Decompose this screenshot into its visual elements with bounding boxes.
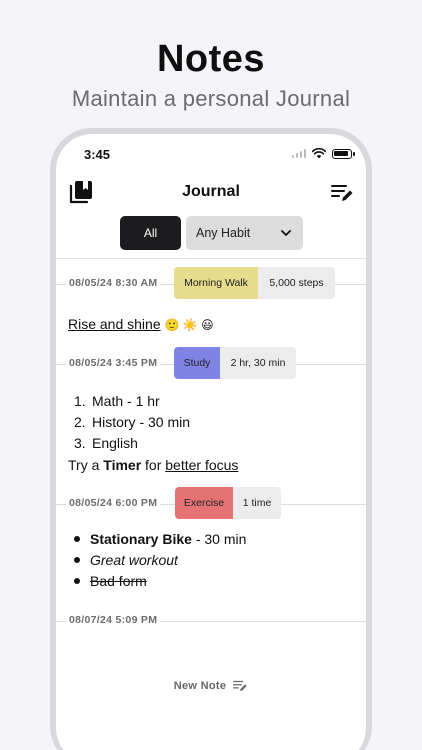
promo-title: Notes <box>156 38 266 80</box>
note-link[interactable]: Rise and shine <box>68 316 161 332</box>
bullet-marker <box>74 557 80 563</box>
cellular-signal-icon <box>292 149 306 158</box>
list-item-bold: Stationary Bike <box>90 531 192 547</box>
note-link[interactable]: better focus <box>165 457 238 473</box>
list-item-text: - 30 min <box>191 531 247 547</box>
habit-chip[interactable]: Morning Walk 5,000 steps <box>174 267 335 299</box>
list-item: 3. English <box>74 435 138 451</box>
status-icons <box>292 148 355 159</box>
habit-value: 2 hr, 30 min <box>220 347 296 379</box>
note-emojis: 🙂 ☀️ 😃 <box>164 318 214 332</box>
list-item: Bad form <box>74 573 147 589</box>
wifi-icon <box>312 148 326 159</box>
bullet-marker <box>74 578 80 584</box>
new-note-button[interactable]: New Note <box>56 679 366 693</box>
list-marker: 2. <box>74 414 86 430</box>
filter-all-button[interactable]: All <box>120 216 181 250</box>
list-item: Great workout <box>74 552 178 568</box>
list-item-text: English <box>92 435 138 451</box>
habit-filter-value: Any Habit <box>196 226 251 240</box>
note-text: Try a Timer for better focus <box>68 457 238 473</box>
habit-value: 1 time <box>233 487 281 519</box>
new-note-label: New Note <box>173 680 227 692</box>
page-title: Journal <box>182 183 240 200</box>
entry-date: 08/05/24 8:30 AM <box>66 277 161 289</box>
habit-value: 5,000 steps <box>258 267 335 299</box>
entry-date: 08/05/24 6:00 PM <box>66 497 161 509</box>
note-text[interactable]: Rise and shine 🙂 ☀️ 😃 <box>68 316 214 332</box>
entry-date: 08/05/24 3:45 PM <box>66 357 161 369</box>
habit-chip[interactable]: Study 2 hr, 30 min <box>174 347 296 379</box>
compose-note-icon[interactable] <box>330 182 354 204</box>
list-item-text: History - 30 min <box>92 414 191 430</box>
list-item-italic: Great workout <box>90 552 178 568</box>
battery-icon <box>332 148 355 159</box>
note-bold: Timer <box>103 457 142 473</box>
divider <box>56 258 366 259</box>
habit-filter-select[interactable]: Any Habit <box>186 216 303 250</box>
list-marker: 3. <box>74 435 86 451</box>
habit-name: Study <box>174 347 220 379</box>
habit-name: Exercise <box>175 487 233 519</box>
entry-date: 08/07/24 5:09 PM <box>66 614 161 626</box>
list-item: 1. Math - 1 hr <box>74 393 160 409</box>
list-item-strike: Bad form <box>90 573 147 589</box>
app-screen: 3:45 Journal All Any Habit 08/05/24 8:30… <box>56 134 366 750</box>
promo-subtitle: Maintain a personal Journal <box>71 86 351 111</box>
note-prefix: Try a <box>68 457 104 473</box>
bullet-marker <box>74 536 80 542</box>
list-marker: 1. <box>74 393 86 409</box>
list-item: 2. History - 30 min <box>74 414 190 430</box>
list-item: Stationary Bike - 30 min <box>74 531 246 547</box>
chevron-down-icon <box>281 229 291 236</box>
status-time: 3:45 <box>84 147 111 162</box>
habit-name: Morning Walk <box>174 267 258 299</box>
list-item-text: Math - 1 hr <box>92 393 160 409</box>
habit-chip[interactable]: Exercise 1 time <box>175 487 281 519</box>
compose-note-icon <box>233 680 247 692</box>
note-mid: for <box>141 457 166 473</box>
